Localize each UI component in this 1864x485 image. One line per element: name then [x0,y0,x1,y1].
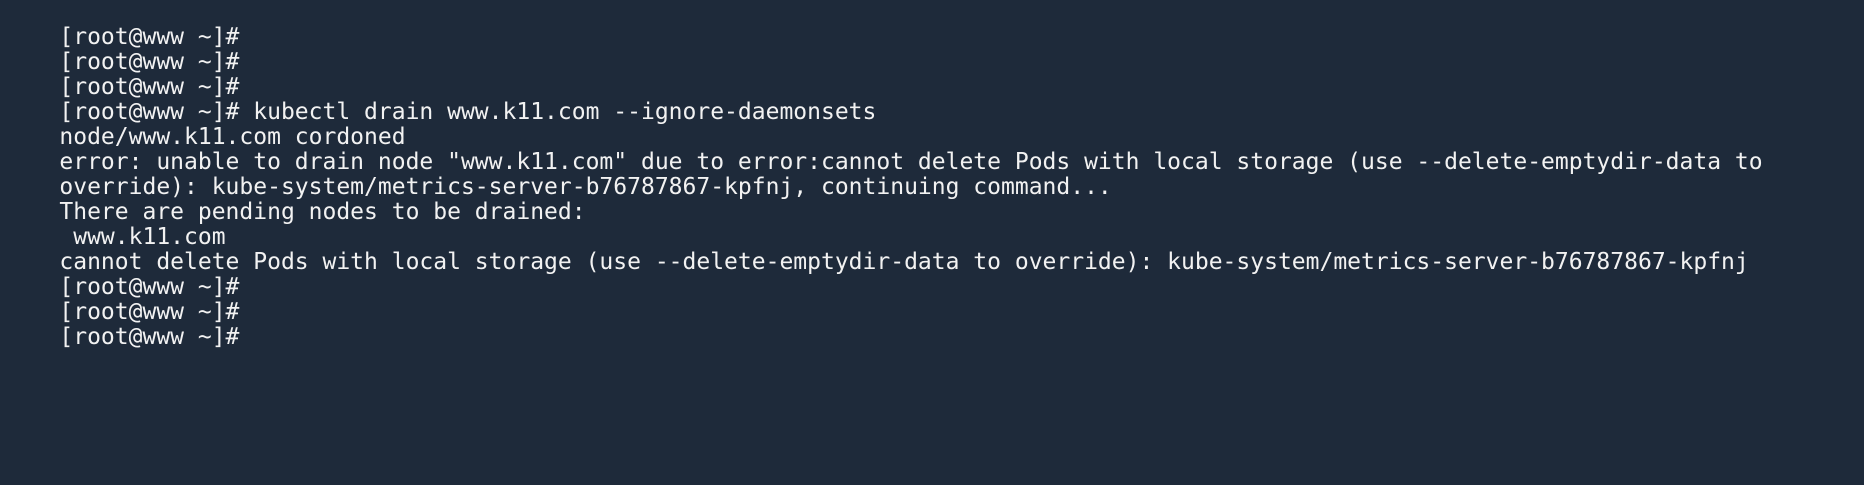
output-text: There are pending nodes to be drained: [59,199,586,225]
shell-prompt: [root@www ~]# [59,324,240,350]
output-text: error: unable to drain node "www.k11.com… [59,149,1763,175]
prompt-line: [root@www ~]# [4,275,1864,325]
shell-prompt: [root@www ~]# [59,299,240,325]
prompt-line: [root@www ~]# [4,0,1864,50]
output-line: cannot delete Pods with local storage (u… [4,225,1864,275]
output-text: www.k11.com [59,224,226,250]
prompt-line: [root@www ~]# [4,25,1864,75]
prompt-line: [root@www ~]# [4,300,1864,350]
output-text: node/www.k11.com cordoned [59,124,406,150]
shell-prompt: [root@www ~]# [59,274,240,300]
output-text: cannot delete Pods with local storage (u… [59,249,1749,275]
output-text: override): kube-system/metrics-server-b7… [59,174,1112,200]
prompt-line: [root@www ~]# [4,50,1864,100]
terminal-window[interactable]: [root@www ~]# [root@www ~]# [root@www ~]… [0,0,1864,485]
shell-prompt: [root@www ~]# [59,49,240,75]
prompt-line: [root@www ~]# kubectl drain www.k11.com … [4,75,1864,125]
shell-prompt: [root@www ~]# [59,99,240,125]
command-text: kubectl drain www.k11.com --ignore-daemo… [239,99,877,125]
shell-prompt: [root@www ~]# [59,24,240,50]
shell-prompt: [root@www ~]# [59,74,240,100]
